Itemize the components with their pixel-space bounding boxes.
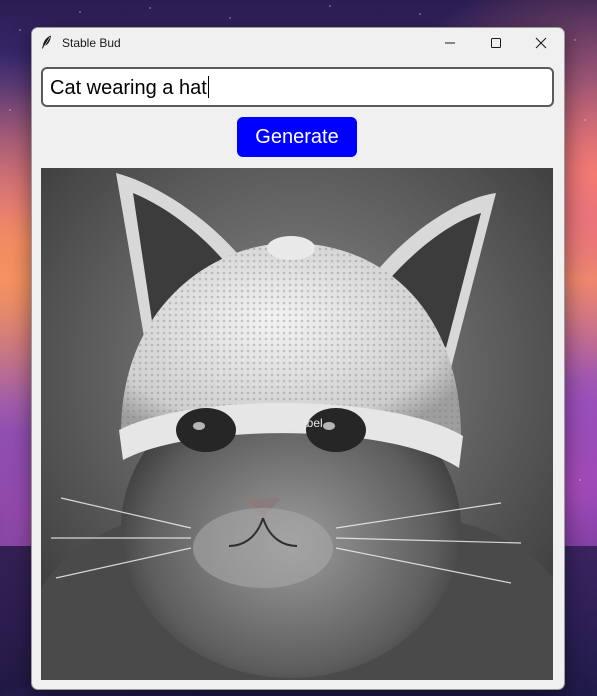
title-bar[interactable]: Stable Bud (32, 28, 564, 57)
maximize-button[interactable] (473, 28, 519, 57)
window-title: Stable Bud (62, 36, 121, 50)
generated-image: CTkLabel (41, 168, 553, 680)
desktop-wallpaper: Stable Bud Cat wearing a hat Generate CT… (0, 0, 597, 696)
app-window: Stable Bud Cat wearing a hat Generate CT… (31, 27, 565, 690)
text-caret (207, 76, 210, 98)
prompt-input[interactable]: Cat wearing a hat (41, 67, 554, 107)
minimize-button[interactable] (427, 28, 473, 57)
prompt-text: Cat wearing a hat (50, 76, 210, 100)
close-icon (535, 37, 547, 48)
generate-button[interactable]: Generate (237, 117, 357, 157)
image-overlay-label: CTkLabel (271, 416, 323, 430)
generate-button-label: Generate (255, 125, 339, 148)
close-button[interactable] (518, 28, 564, 57)
minimize-icon (445, 42, 455, 43)
maximize-icon (491, 37, 501, 48)
feather-icon (42, 35, 51, 49)
